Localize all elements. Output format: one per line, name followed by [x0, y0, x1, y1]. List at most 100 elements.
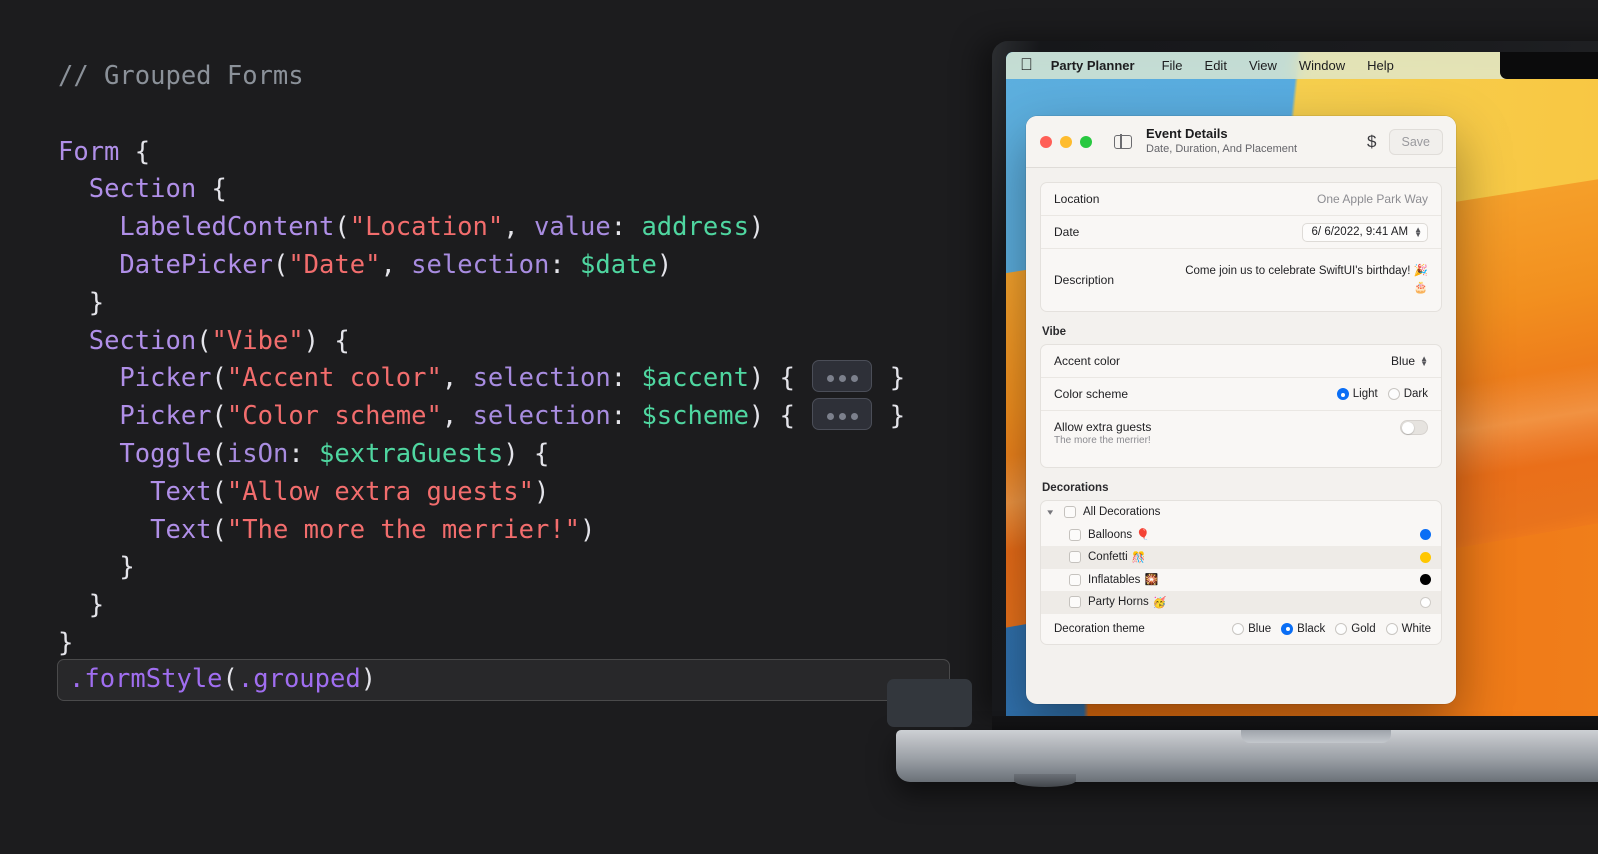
menubar-item-party-planner[interactable]: Party Planner	[1051, 58, 1151, 73]
value-description: Come join us to celebrate SwiftUI's birt…	[1185, 265, 1428, 294]
row-accent-color[interactable]: Accent color Blue ▲ ▼	[1041, 345, 1441, 378]
radio-icon[interactable]	[1387, 388, 1400, 400]
code-token: selection	[472, 363, 611, 394]
menubar-item-window[interactable]: Window	[1288, 58, 1356, 73]
list-item[interactable]: Inflatables 🎇	[1041, 569, 1441, 592]
label-all-decorations: All Decorations	[1083, 506, 1161, 519]
sidebar-toggle-icon[interactable]	[1114, 134, 1132, 149]
sublabel-extra-guests: The more the merrier!	[1054, 435, 1151, 446]
color-dot[interactable]	[1420, 529, 1431, 541]
row-extra-guests[interactable]: Allow extra guests The more the merrier!	[1041, 411, 1441, 467]
row-color-scheme[interactable]: Color scheme Light Dark	[1041, 378, 1441, 411]
chevron-updown-icon[interactable]: ▲ ▼	[1414, 226, 1422, 239]
list-item[interactable]: Confetti 🎊	[1041, 546, 1441, 569]
code-line: }	[58, 285, 990, 323]
section-header-decorations: Decorations	[1042, 482, 1109, 494]
accent-color-popup[interactable]: Blue ▲ ▼	[1391, 354, 1428, 368]
radio-label: Blue	[1248, 622, 1272, 635]
checkbox-inflatables[interactable]	[1069, 573, 1081, 586]
menubar-items[interactable]: Party Planner File Edit View Window Help	[1051, 58, 1405, 73]
chevron-updown-icon[interactable]: ▲ ▼	[1420, 355, 1428, 368]
list-row-all-decorations[interactable]: ▾ All Decorations	[1041, 501, 1441, 524]
color-scheme-option-dark[interactable]: Dark	[1387, 388, 1428, 400]
highlighted-code-line[interactable]: .formStyle(.grouped)	[57, 659, 950, 701]
code-token: {	[196, 174, 227, 205]
checkbox-party-horns[interactable]	[1069, 596, 1081, 609]
color-dot[interactable]	[1420, 596, 1431, 608]
menubar-item-help[interactable]: Help	[1356, 58, 1405, 73]
code-fold-ellipsis[interactable]	[812, 398, 873, 430]
list-item[interactable]: Party Horns 🥳	[1041, 591, 1441, 614]
radio-label: Light	[1352, 388, 1378, 400]
checkbox-all-decorations[interactable]	[1064, 506, 1076, 519]
save-button[interactable]: Save	[1388, 128, 1443, 155]
radio-icon[interactable]	[1232, 622, 1245, 635]
page-subtitle: Date, Duration, And Placement	[1146, 143, 1298, 156]
radio-icon[interactable]	[1335, 622, 1348, 635]
code-token: isOn	[226, 438, 289, 469]
decoration-theme-option-gold[interactable]: Gold	[1335, 622, 1376, 635]
code-token: Form	[58, 136, 120, 167]
code-line: }	[58, 549, 990, 587]
decoration-theme-option-white[interactable]: White	[1385, 622, 1431, 635]
decoration-theme-radio-group[interactable]: Blue Black Gold White	[1227, 622, 1431, 635]
traffic-lights[interactable]	[1040, 135, 1092, 148]
secondary-device-corner	[887, 679, 972, 727]
list-item[interactable]: Balloons 🎈	[1041, 524, 1441, 547]
radio-icon[interactable]	[1385, 622, 1398, 635]
radio-icon[interactable]	[1281, 622, 1294, 635]
row-date[interactable]: Date 6/ 6/2022, 9:41 AM ▲ ▼	[1041, 216, 1441, 249]
code-token: (	[211, 363, 227, 394]
code-token: DatePicker	[119, 249, 273, 280]
row-location[interactable]: Location One Apple Park Way	[1041, 183, 1441, 216]
label-extra-guests: Allow extra guests	[1054, 420, 1152, 434]
menubar-item-view[interactable]: View	[1238, 58, 1288, 73]
code-token: }	[58, 627, 74, 658]
color-dot[interactable]	[1420, 551, 1431, 563]
radio-label: White	[1401, 622, 1431, 635]
code-token: (	[222, 664, 238, 695]
checkbox-balloons[interactable]	[1069, 528, 1081, 541]
code-token: :	[549, 249, 581, 280]
decorations-list[interactable]: Balloons 🎈 Confetti 🎊 Inflatables 🎇 Party Horn…	[1041, 524, 1441, 614]
zoom-button[interactable]	[1080, 135, 1092, 148]
minimize-button[interactable]	[1060, 135, 1072, 148]
dollar-icon[interactable]: $	[1367, 132, 1376, 152]
code-editor-pane: // Grouped Forms Form { Section { Labeled…	[0, 0, 990, 854]
laptop-base-notch	[1241, 730, 1391, 743]
color-dot[interactable]	[1420, 574, 1431, 586]
chevron-down-icon[interactable]: ▾	[1047, 507, 1063, 518]
code-token: ) {	[748, 363, 811, 394]
decoration-theme-option-black[interactable]: Black	[1281, 622, 1325, 635]
code-token: $date	[580, 249, 657, 280]
close-button[interactable]	[1040, 135, 1052, 148]
laptop-base	[896, 730, 1598, 787]
color-scheme-option-light[interactable]: Light	[1336, 388, 1378, 400]
radio-icon[interactable]	[1336, 388, 1349, 400]
menubar-item-file[interactable]: File	[1151, 58, 1194, 73]
row-decoration-theme[interactable]: Decoration theme Blue Black Gold White	[1041, 614, 1441, 644]
extra-guests-toggle[interactable]	[1400, 420, 1428, 435]
code-token: )	[580, 514, 596, 545]
code-token: )	[533, 476, 550, 507]
window-titlebar: Event Details Date, Duration, And Placem…	[1026, 116, 1456, 168]
code-fold-ellipsis[interactable]	[812, 360, 873, 392]
date-stepper[interactable]: 6/ 6/2022, 9:41 AM ▲ ▼	[1301, 222, 1428, 242]
decoration-theme-option-blue[interactable]: Blue	[1232, 622, 1272, 635]
code-line: // Grouped Forms	[58, 58, 990, 96]
label-location: Location	[1054, 192, 1100, 206]
menubar-item-edit[interactable]: Edit	[1194, 58, 1238, 73]
apple-icon[interactable]: 	[1020, 56, 1033, 73]
code-token: :	[610, 363, 642, 394]
code-token: Section	[88, 325, 197, 356]
window-title-block: Event Details Date, Duration, And Placem…	[1146, 126, 1367, 157]
checkbox-confetti[interactable]	[1069, 551, 1081, 564]
row-description[interactable]: Description Come join us to celebrate Sw…	[1041, 249, 1441, 311]
color-scheme-radio-group[interactable]: Light Dark	[1332, 388, 1428, 400]
code-token: ) {	[748, 401, 811, 432]
